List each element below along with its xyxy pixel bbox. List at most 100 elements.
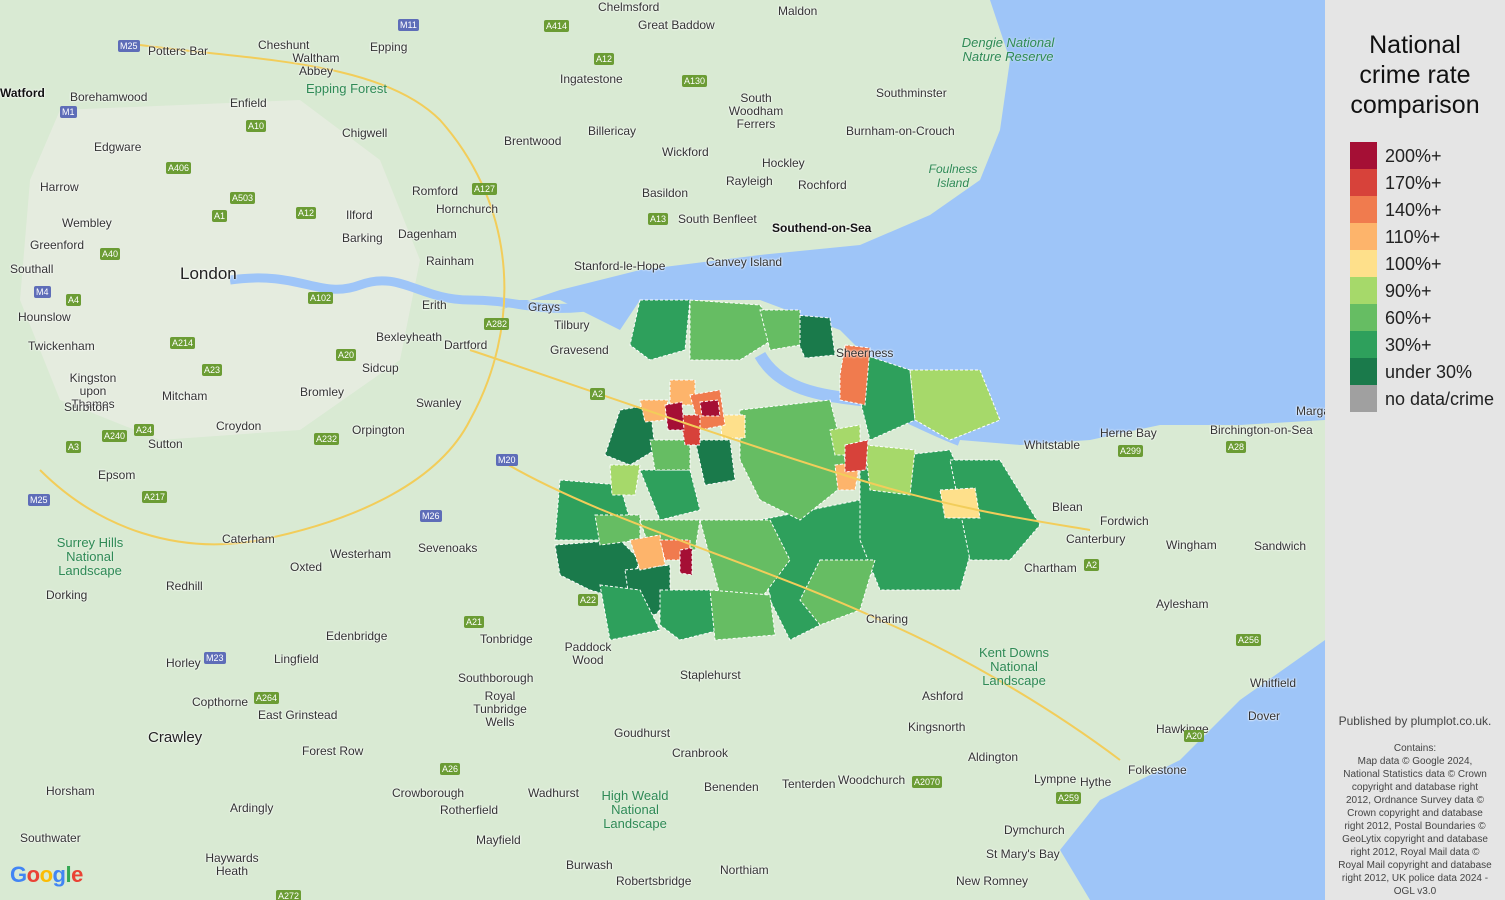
legend-label: 100%+ xyxy=(1385,254,1442,275)
place-label: Chigwell xyxy=(342,126,387,140)
road-shield: A21 xyxy=(464,616,484,628)
legend-title-line: National xyxy=(1325,30,1505,60)
place-label: Southend-on-Sea xyxy=(772,221,871,235)
park-label: Surrey Hills National Landscape xyxy=(54,536,126,578)
attribution-line: right 2012, Royal Mail data © xyxy=(1330,846,1500,859)
legend-item: 90%+ xyxy=(1350,277,1500,304)
legend-label: 90%+ xyxy=(1385,281,1432,302)
road-shield: A130 xyxy=(682,75,707,87)
park-label: Kent Downs National Landscape xyxy=(976,646,1052,688)
place-label: Fordwich xyxy=(1100,514,1149,528)
place-label: Benenden xyxy=(704,780,759,794)
place-label: Royal Tunbridge Wells xyxy=(472,690,528,729)
place-label: Surbiton xyxy=(64,400,109,414)
road-shield: A13 xyxy=(648,213,668,225)
legend-label: 170%+ xyxy=(1385,173,1442,194)
region-under30-sheerness xyxy=(795,315,835,358)
place-label: Southborough xyxy=(458,671,533,685)
place-label: Edenbridge xyxy=(326,629,387,643)
place-label: Sandwich xyxy=(1254,539,1306,553)
place-label: Rainham xyxy=(426,254,474,268)
attribution-text: Contains: Map data © Google 2024,Nationa… xyxy=(1330,742,1500,898)
place-label: Dagenham xyxy=(398,227,457,241)
region-30-a xyxy=(630,300,690,360)
place-label: Enfield xyxy=(230,96,267,110)
place-label: Lympne xyxy=(1034,772,1076,786)
crime-rate-map[interactable]: Chelmsford Great Baddow Maldon Cheshunt … xyxy=(0,0,1325,900)
region-170-a xyxy=(845,440,868,472)
region-90-b xyxy=(865,445,915,495)
place-label: East Grinstead xyxy=(258,708,337,722)
place-label: Blean xyxy=(1052,500,1083,514)
place-label: Wembley xyxy=(62,216,112,230)
place-label: Cranbrook xyxy=(672,746,728,760)
region-60-i xyxy=(650,440,690,470)
place-label: Folkestone xyxy=(1128,763,1187,777)
place-label: Wingham xyxy=(1166,538,1217,552)
road-shield: A2 xyxy=(590,388,605,400)
legend-item: 30%+ xyxy=(1350,331,1500,358)
road-shield: A12 xyxy=(594,53,614,65)
place-label: Caterham xyxy=(222,532,275,546)
place-label: Horley xyxy=(166,656,201,670)
legend-panel: National crime rate comparison 200%+170%… xyxy=(1325,0,1505,900)
place-label: Wadhurst xyxy=(528,786,579,800)
attribution-line: National Statistics data © Crown xyxy=(1330,768,1500,781)
road-shield: A2 xyxy=(1084,559,1099,571)
road-shield: A102 xyxy=(308,292,333,304)
place-label: Ashford xyxy=(922,689,963,703)
road-shield: A3 xyxy=(66,441,81,453)
attribution-lines: Map data © Google 2024,National Statisti… xyxy=(1330,755,1500,898)
road-shield: A503 xyxy=(230,192,255,204)
park-label: Epping Forest xyxy=(306,82,387,96)
place-label: Stanford-le-Hope xyxy=(574,259,665,273)
legend-item: no data/crime xyxy=(1350,385,1500,412)
place-label: Harrow xyxy=(40,180,79,194)
place-label: Birchington-on-Sea xyxy=(1210,423,1313,437)
road-shield: A240 xyxy=(102,430,127,442)
place-label: Rochford xyxy=(798,178,847,192)
legend-item: 140%+ xyxy=(1350,196,1500,223)
place-label: Edgware xyxy=(94,140,141,154)
attribution-line: right 2012, Postal Boundaries © xyxy=(1330,820,1500,833)
place-label: Chelmsford xyxy=(598,0,659,14)
publisher-credit: Published by plumplot.co.uk. xyxy=(1325,714,1505,728)
legend-label: under 30% xyxy=(1385,362,1472,383)
place-label: Crawley xyxy=(148,729,202,746)
place-label: Hockley xyxy=(762,156,805,170)
place-label: St Mary's Bay xyxy=(986,847,1060,861)
place-label: Southwater xyxy=(20,831,81,845)
road-shield: M25 xyxy=(28,494,50,506)
attribution-line: 2012, Ordnance Survey data © xyxy=(1330,794,1500,807)
road-shield: A12 xyxy=(296,207,316,219)
road-shield: M26 xyxy=(420,510,442,522)
region-200-b xyxy=(700,400,720,416)
legend-label: no data/crime xyxy=(1385,389,1494,410)
place-label: Lingfield xyxy=(274,652,319,666)
park-label: Dengie National Nature Reserve xyxy=(958,36,1058,64)
place-label: Chartham xyxy=(1024,561,1077,575)
place-label: London xyxy=(180,264,237,284)
legend-label: 200%+ xyxy=(1385,146,1442,167)
place-label: Canvey Island xyxy=(706,255,782,269)
place-label: Borehamwood xyxy=(70,90,147,104)
road-shield: A264 xyxy=(254,692,279,704)
road-shield: A4 xyxy=(66,294,81,306)
place-label: Redhill xyxy=(166,579,203,593)
place-label: South Woodham Ferrers xyxy=(728,92,784,131)
place-label: Twickenham xyxy=(28,339,95,353)
place-label: Crowborough xyxy=(392,786,464,800)
google-logo: Google xyxy=(10,862,83,888)
legend-item: 200%+ xyxy=(1350,142,1500,169)
road-shield: A299 xyxy=(1118,445,1143,457)
legend-swatch xyxy=(1350,196,1377,223)
place-label: Brentwood xyxy=(504,134,561,148)
region-under30-mid xyxy=(695,440,735,485)
place-label: Gravesend xyxy=(550,343,609,357)
legend-title-line: comparison xyxy=(1325,90,1505,120)
place-label: Copthorne xyxy=(192,695,248,709)
road-shield: A24 xyxy=(134,424,154,436)
place-label: Margate xyxy=(1296,404,1325,418)
place-label: Paddock Wood xyxy=(564,641,612,667)
legend-item: 60%+ xyxy=(1350,304,1500,331)
